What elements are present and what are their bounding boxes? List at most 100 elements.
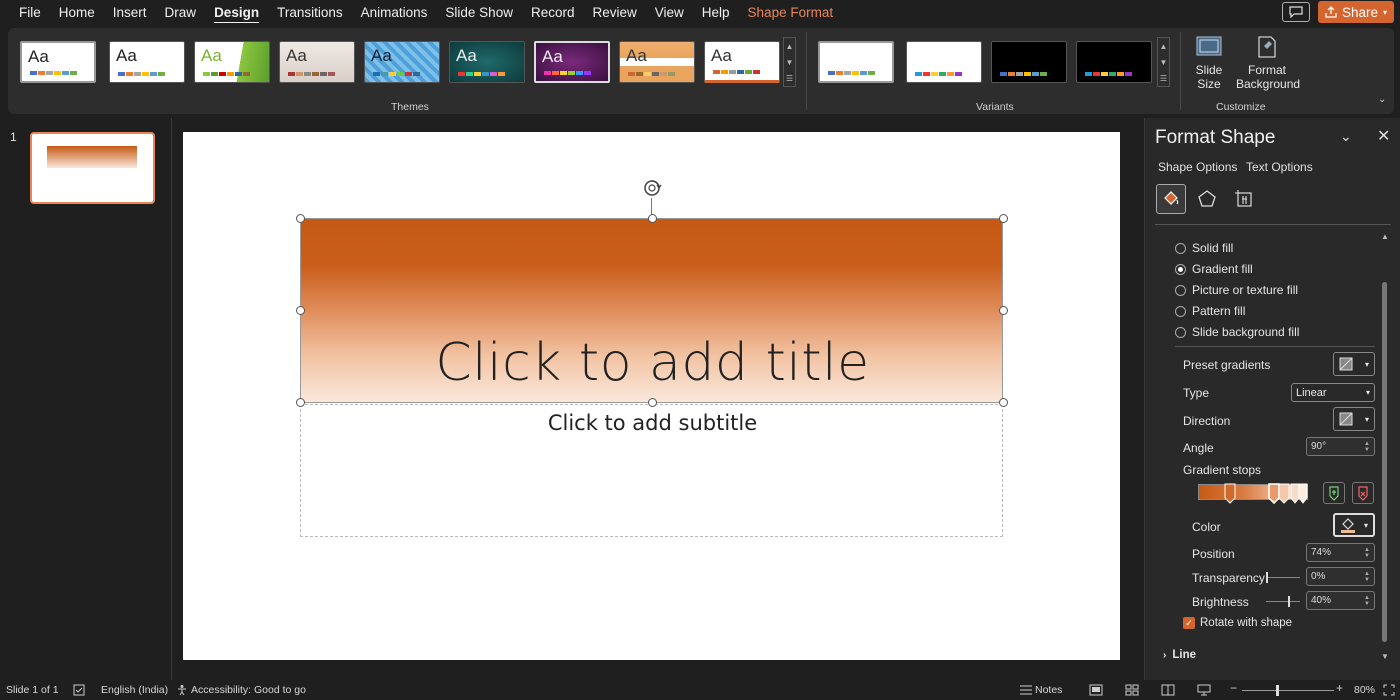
theme-6[interactable]: Aa [449, 41, 525, 83]
theme-4[interactable]: Aa [279, 41, 355, 83]
pane-scrollbar[interactable]: ▲ ▼ [1381, 232, 1389, 662]
zoom-level[interactable]: 80% [1354, 684, 1375, 696]
effects-tab[interactable] [1192, 184, 1222, 214]
title-text[interactable]: Click to add title [301, 333, 1004, 393]
slideshow-icon[interactable] [1197, 684, 1211, 696]
subtitle-text[interactable]: Click to add subtitle [301, 411, 1004, 435]
gradient-fill-option[interactable]: Gradient fill [1175, 262, 1253, 276]
menu-view[interactable]: View [646, 0, 693, 26]
more-icon[interactable]: ☰ [1160, 74, 1167, 83]
solid-fill-option[interactable]: Solid fill [1175, 241, 1233, 255]
zoom-in-icon[interactable]: + [1336, 681, 1343, 695]
resize-handle-bottom-left[interactable] [296, 398, 305, 407]
transparency-input[interactable]: 0% ▲ ▼ [1306, 567, 1375, 586]
preset-gradients-button[interactable]: ▾ [1333, 352, 1375, 376]
accessibility-icon[interactable] [176, 684, 188, 696]
zoom-slider-thumb[interactable] [1276, 685, 1279, 696]
close-icon[interactable]: ✕ [1377, 126, 1390, 146]
slider-thumb[interactable] [1266, 572, 1268, 583]
tab-shape-options[interactable]: Shape Options [1158, 160, 1237, 174]
checkbox-rotate-with-shape[interactable]: ✓ [1183, 617, 1195, 629]
theme-5[interactable]: Aa [364, 41, 440, 83]
collapse-ribbon-icon[interactable]: ⌄ [1378, 94, 1386, 105]
radio-slide-background-fill[interactable] [1175, 326, 1186, 338]
scrollbar-thumb[interactable] [1382, 282, 1387, 642]
menu-home[interactable]: Home [50, 0, 104, 26]
direction-button[interactable]: ▾ [1333, 407, 1375, 431]
resize-handle-right[interactable] [999, 306, 1008, 315]
chevron-down-icon[interactable]: ⌄ [1340, 128, 1352, 145]
transparency-slider[interactable] [1266, 572, 1300, 583]
notes-button[interactable]: Notes [1035, 684, 1062, 696]
spin-arrows-icon[interactable]: ▲ ▼ [1364, 595, 1370, 607]
tab-text-options[interactable]: Text Options [1246, 160, 1313, 174]
language[interactable]: English (India) [101, 684, 168, 696]
brightness-slider[interactable] [1266, 596, 1300, 607]
line-section-header[interactable]: › Line [1163, 649, 1196, 661]
theme-2[interactable]: Aa [109, 41, 185, 83]
menu-review[interactable]: Review [583, 0, 645, 26]
size-properties-tab[interactable] [1229, 184, 1259, 214]
brightness-input[interactable]: 40% ▲ ▼ [1306, 591, 1375, 610]
menu-record[interactable]: Record [522, 0, 584, 26]
format-background-button[interactable]: Format Background [1236, 34, 1300, 91]
chevron-up-icon[interactable]: ▲ [1160, 42, 1168, 51]
variants-gallery-scroll[interactable]: ▲ ▼ ☰ [1157, 37, 1170, 87]
reading-view-icon[interactable] [1161, 684, 1175, 696]
resize-handle-top-right[interactable] [999, 214, 1008, 223]
menu-design[interactable]: Design [205, 0, 268, 26]
color-picker-button[interactable]: ▾ [1333, 513, 1375, 537]
slide-size-button[interactable]: Slide Size [1188, 34, 1230, 91]
chevron-down-icon[interactable]: ▼ [1160, 58, 1168, 67]
resize-handle-left[interactable] [296, 306, 305, 315]
menu-insert[interactable]: Insert [104, 0, 156, 26]
chevron-up-icon[interactable]: ▲ [786, 42, 794, 51]
spin-arrows-icon[interactable]: ▲ ▼ [1364, 571, 1370, 583]
angle-input[interactable]: 90° ▲ ▼ [1306, 437, 1375, 456]
chevron-down-icon[interactable]: ▼ [786, 58, 794, 67]
menu-transitions[interactable]: Transitions [268, 0, 352, 26]
spell-check-icon[interactable] [73, 684, 85, 696]
title-placeholder[interactable]: Click to add title [300, 218, 1003, 403]
resize-handle-bottom[interactable] [648, 398, 657, 407]
subtitle-placeholder[interactable]: Click to add subtitle [300, 404, 1003, 537]
resize-handle-top-left[interactable] [296, 214, 305, 223]
theme-8[interactable]: Aa [619, 41, 695, 83]
rotate-handle-icon[interactable] [641, 177, 663, 199]
variant-4[interactable] [1076, 41, 1152, 83]
menu-slide-show[interactable]: Slide Show [436, 0, 522, 26]
notes-icon[interactable] [1019, 685, 1033, 695]
zoom-slider[interactable] [1242, 685, 1334, 696]
menu-help[interactable]: Help [693, 0, 739, 26]
picture-fill-option[interactable]: Picture or texture fill [1175, 283, 1298, 297]
comments-button[interactable] [1282, 2, 1310, 22]
more-icon[interactable]: ☰ [786, 74, 793, 83]
theme-office[interactable]: Aa [20, 41, 96, 83]
spin-arrows-icon[interactable]: ▲ ▼ [1364, 547, 1370, 559]
radio-picture-fill[interactable] [1175, 284, 1186, 296]
variant-1[interactable] [818, 41, 894, 83]
chevron-down-icon[interactable]: ▼ [1381, 652, 1389, 661]
radio-gradient-fill[interactable] [1175, 263, 1186, 275]
chevron-up-icon[interactable]: ▲ [1381, 232, 1389, 241]
menu-animations[interactable]: Animations [352, 0, 437, 26]
position-input[interactable]: 74% ▲ ▼ [1306, 543, 1375, 562]
menu-shape-format[interactable]: Shape Format [739, 0, 843, 26]
radio-pattern-fill[interactable] [1175, 305, 1186, 317]
theme-9[interactable]: Aa [704, 41, 780, 83]
accessibility-status[interactable]: Accessibility: Good to go [191, 684, 306, 696]
pattern-fill-option[interactable]: Pattern fill [1175, 304, 1245, 318]
menu-file[interactable]: File [10, 0, 50, 26]
variant-2[interactable] [906, 41, 982, 83]
slide-canvas[interactable]: Click to add title Click to add subtitle [183, 132, 1120, 660]
add-gradient-stop-button[interactable] [1323, 482, 1345, 504]
radio-solid-fill[interactable] [1175, 242, 1186, 254]
menu-draw[interactable]: Draw [156, 0, 206, 26]
slide-sorter-icon[interactable] [1125, 684, 1139, 696]
theme-3[interactable]: Aa [194, 41, 270, 83]
gradient-stop-markers[interactable] [1195, 482, 1311, 506]
slide-background-fill-option[interactable]: Slide background fill [1175, 325, 1299, 339]
spin-arrows-icon[interactable]: ▲ ▼ [1364, 441, 1370, 453]
fit-to-window-icon[interactable] [1383, 684, 1395, 696]
slider-thumb[interactable] [1288, 596, 1290, 607]
